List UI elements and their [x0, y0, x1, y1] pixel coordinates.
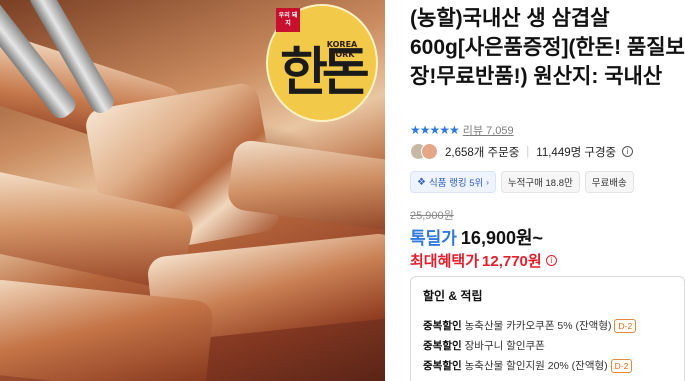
- discount-text: 장바구니 할인쿠폰: [464, 340, 545, 352]
- free-shipping-tag: 무료배송: [584, 171, 634, 193]
- chevron-right-icon: ›: [486, 177, 489, 187]
- review-link[interactable]: 리뷰 7,059: [463, 122, 514, 138]
- original-price: 25,900원: [410, 210, 454, 222]
- max-benefit-row: 최대혜택가 12,770원 i: [410, 250, 557, 271]
- discount-label: 중복할인: [423, 360, 462, 372]
- ranking-label: 식품 랭킹 5위: [428, 178, 484, 189]
- max-benefit-price: 12,770원: [482, 253, 542, 270]
- ranking-tag[interactable]: ❖ 식품 랭킹 5위 ›: [410, 171, 496, 193]
- info-icon[interactable]: i: [622, 146, 634, 157]
- cumulative-tag: 누적구매 18.8만: [500, 171, 580, 193]
- orders-row: 2,658개 주문중 | 11,449명 구경중 i: [410, 143, 634, 160]
- ranking-icon: ❖: [417, 176, 426, 188]
- product-info-panel: (농할)국내산 생 삼겹살 600g[사은품증정](한돈! 품질보장!무료반품!…: [405, 0, 685, 381]
- ordering-count: 2,658개 주문중: [445, 146, 520, 159]
- deal-price-label: 톡딜가: [410, 229, 457, 248]
- discount-item: 중복할인 농축산물 카카오쿠폰 5% (잔액형) D-2: [423, 318, 672, 333]
- star-rating-icon: ★★★★★: [410, 123, 460, 137]
- deal-price-row: 톡딜가 16,900원~: [410, 224, 543, 250]
- discount-label: 중복할인: [423, 340, 462, 352]
- deal-price: 16,900원~: [460, 228, 544, 248]
- product-title: (농할)국내산 생 삼겹살 600g[사은품증정](한돈! 품질보장!무료반품!…: [410, 7, 685, 88]
- divider: |: [526, 145, 530, 158]
- tag-list: ❖ 식품 랭킹 5위 › 누적구매 18.8만 무료배송: [410, 171, 634, 193]
- discount-text: 농축산물 할인지원 20% (잔액형): [464, 360, 608, 372]
- rating-row: ★★★★★ 리뷰 7,059: [410, 122, 514, 138]
- logo-subtext: KOREA PORK: [326, 40, 358, 59]
- info-icon[interactable]: i: [545, 255, 557, 266]
- dday-badge: D-2: [610, 358, 633, 373]
- discount-label: 중복할인: [423, 320, 462, 332]
- discount-text: 농축산물 카카오쿠폰 5% (잔액형): [464, 320, 612, 332]
- discount-item: 중복할인 장바구니 할인쿠폰: [423, 338, 672, 353]
- product-image[interactable]: 우리 돼지 한돈 KOREA PORK: [0, 0, 385, 381]
- logo-badge: 우리 돼지: [276, 8, 300, 32]
- buyer-avatars: [410, 143, 438, 160]
- viewing-count: 11,449명 구경중: [536, 146, 617, 159]
- max-benefit-label: 최대혜택가: [410, 253, 480, 270]
- avatar: [421, 143, 438, 160]
- discount-box: 할인 & 적립 중복할인 농축산물 카카오쿠폰 5% (잔액형) D-2 중복할…: [410, 276, 685, 381]
- discount-title: 할인 & 적립: [423, 289, 483, 303]
- discount-item: 중복할인 농축산물 할인지원 20% (잔액형) D-2: [423, 358, 672, 373]
- dday-badge: D-2: [614, 318, 637, 333]
